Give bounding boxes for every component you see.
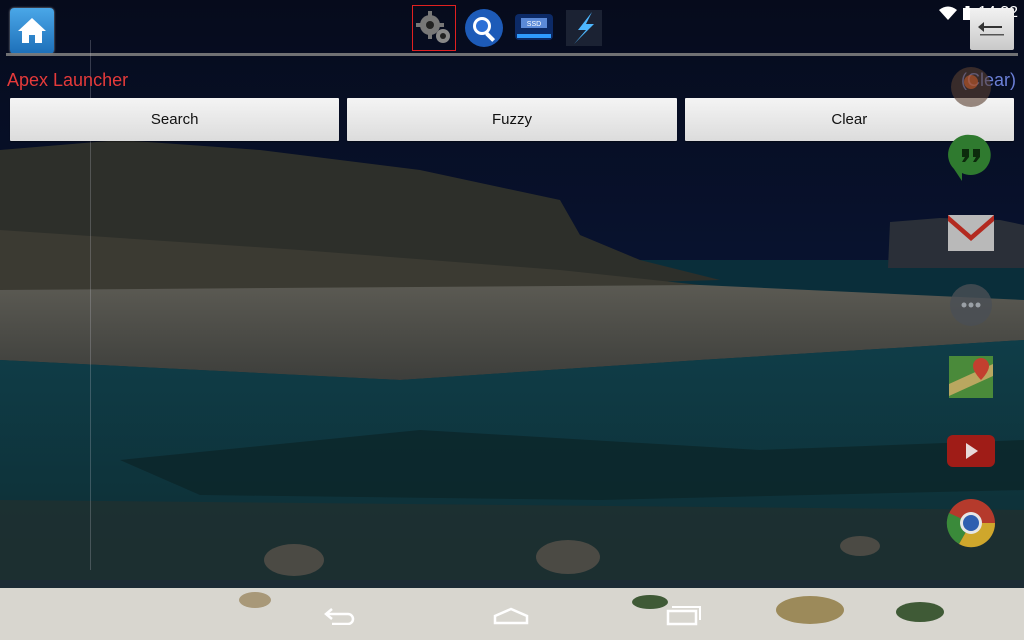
home-button[interactable] — [10, 8, 54, 54]
nav-home-button[interactable] — [491, 602, 531, 628]
back-arrow-icon — [978, 22, 1004, 36]
wifi-icon — [938, 6, 957, 20]
dock-youtube[interactable] — [944, 424, 998, 478]
header-divider — [6, 53, 1018, 56]
lightning-icon — [566, 10, 602, 46]
dock-maps[interactable] — [944, 350, 998, 404]
recents-icon — [666, 606, 701, 626]
dock-contacts[interactable] — [944, 60, 998, 114]
ssd-tool-button[interactable]: SSD — [512, 5, 556, 51]
settings-gears-button[interactable] — [412, 5, 456, 51]
top-toolbar: SSD — [412, 5, 606, 51]
contacts-icon — [951, 67, 991, 107]
maps-icon — [949, 356, 993, 398]
dock-chrome[interactable] — [944, 496, 998, 550]
back-icon — [324, 608, 355, 625]
nav-back-button[interactable] — [320, 602, 360, 628]
boost-tool-button[interactable] — [562, 5, 606, 51]
nav-recents-button[interactable] — [663, 602, 703, 628]
hangouts-icon — [948, 134, 991, 181]
back-panel-button[interactable] — [970, 8, 1014, 50]
home-nav-icon — [493, 607, 529, 625]
search-button[interactable]: Search — [10, 98, 340, 141]
app-name-label: Apex Launcher — [7, 70, 129, 90]
search-tool-button[interactable] — [462, 5, 506, 51]
dock-app-drawer[interactable] — [944, 278, 998, 332]
ssd-drive-icon: SSD — [515, 14, 553, 40]
beach-wallpaper — [0, 0, 1024, 640]
home-icon — [18, 18, 46, 43]
gears-icon — [416, 11, 450, 43]
search-magnifier-icon — [465, 9, 503, 47]
youtube-icon — [947, 435, 995, 467]
navigation-bar — [0, 588, 1024, 640]
app-drawer-icon — [950, 284, 992, 326]
search-buttons-row: Search Fuzzy Clear — [10, 98, 1014, 141]
svg-text:SSD: SSD — [527, 21, 541, 28]
chrome-icon — [946, 499, 996, 548]
gmail-icon — [948, 215, 994, 251]
dock-hangouts[interactable] — [944, 130, 998, 184]
fuzzy-button[interactable]: Fuzzy — [347, 98, 677, 141]
dock-gmail[interactable] — [944, 206, 998, 260]
